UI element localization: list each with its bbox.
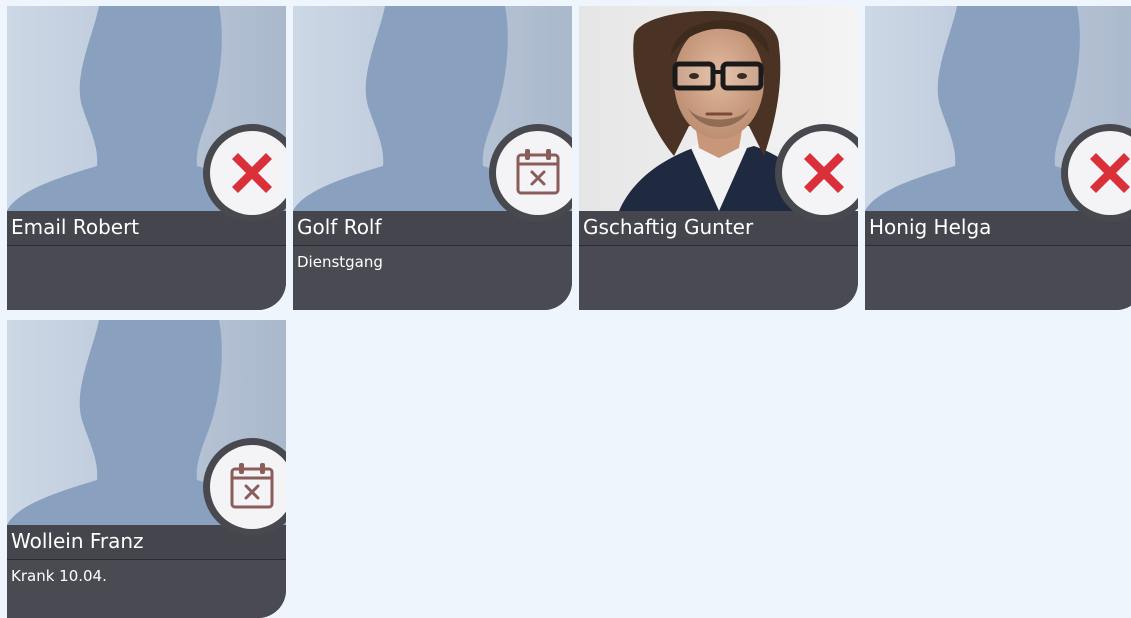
absent-x-icon xyxy=(804,153,844,193)
employee-grid: Email Robert Golf Rolf Dienstgang Gschaf… xyxy=(0,0,1131,618)
employee-card-honig-helga[interactable]: Honig Helga xyxy=(865,6,1131,310)
calendar-x-icon xyxy=(230,463,274,509)
status-badge xyxy=(203,124,286,222)
employee-card-gschaftig-gunter[interactable]: Gschaftig Gunter xyxy=(579,6,858,310)
employee-card-wollein-franz[interactable]: Wollein Franz Krank 10.04. xyxy=(7,320,286,618)
status-badge xyxy=(489,124,572,222)
employee-name: Gschaftig Gunter xyxy=(583,215,754,239)
status-badge xyxy=(775,124,858,222)
absent-x-icon xyxy=(1090,153,1130,193)
status-badge xyxy=(203,438,286,536)
calendar-x-icon xyxy=(516,149,560,195)
employee-name: Golf Rolf xyxy=(297,215,382,239)
employee-card-golf-rolf[interactable]: Golf Rolf Dienstgang xyxy=(293,6,572,310)
employee-status: Dienstgang xyxy=(297,253,383,271)
employee-name: Wollein Franz xyxy=(11,529,144,553)
card-footer xyxy=(865,246,1131,310)
employee-status: Krank 10.04. xyxy=(11,567,107,585)
card-footer xyxy=(7,246,286,310)
card-footer xyxy=(579,246,858,310)
employee-name: Honig Helga xyxy=(869,215,992,239)
employee-name: Email Robert xyxy=(11,215,140,239)
status-badge xyxy=(1061,124,1131,222)
absent-x-icon xyxy=(232,153,272,193)
employee-card-email-robert[interactable]: Email Robert xyxy=(7,6,286,310)
